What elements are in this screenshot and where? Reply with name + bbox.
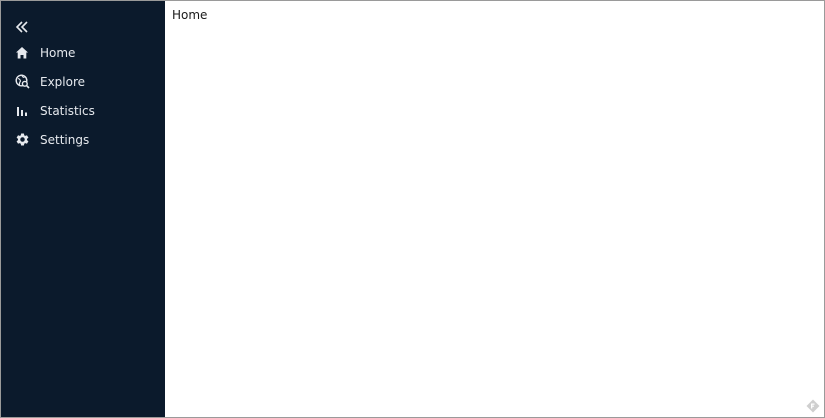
- app-window: Home Explore Statistics Settings Home: [0, 0, 825, 418]
- main-content: Home: [165, 1, 824, 417]
- page-title: Home: [172, 8, 208, 22]
- sidebar-item-statistics[interactable]: Statistics: [1, 96, 165, 125]
- explore-icon: [13, 73, 31, 91]
- sidebar: Home Explore Statistics Settings: [1, 1, 165, 417]
- sidebar-item-label: Settings: [40, 132, 90, 147]
- chevrons-left-icon: [15, 21, 28, 33]
- bar-chart-icon: [13, 102, 31, 120]
- home-icon: [13, 44, 31, 62]
- sidebar-item-explore[interactable]: Explore: [1, 67, 165, 96]
- collapse-sidebar-button[interactable]: [12, 17, 32, 37]
- sidebar-nav: Home Explore Statistics Settings: [1, 38, 165, 154]
- sidebar-item-label: Statistics: [40, 103, 95, 118]
- sidebar-item-label: Home: [40, 45, 76, 60]
- sidebar-item-label: Explore: [40, 74, 86, 89]
- sidebar-item-home[interactable]: Home: [1, 38, 165, 67]
- sidebar-item-settings[interactable]: Settings: [1, 125, 165, 154]
- gear-icon: [13, 131, 31, 149]
- corner-logo-icon: [806, 399, 820, 413]
